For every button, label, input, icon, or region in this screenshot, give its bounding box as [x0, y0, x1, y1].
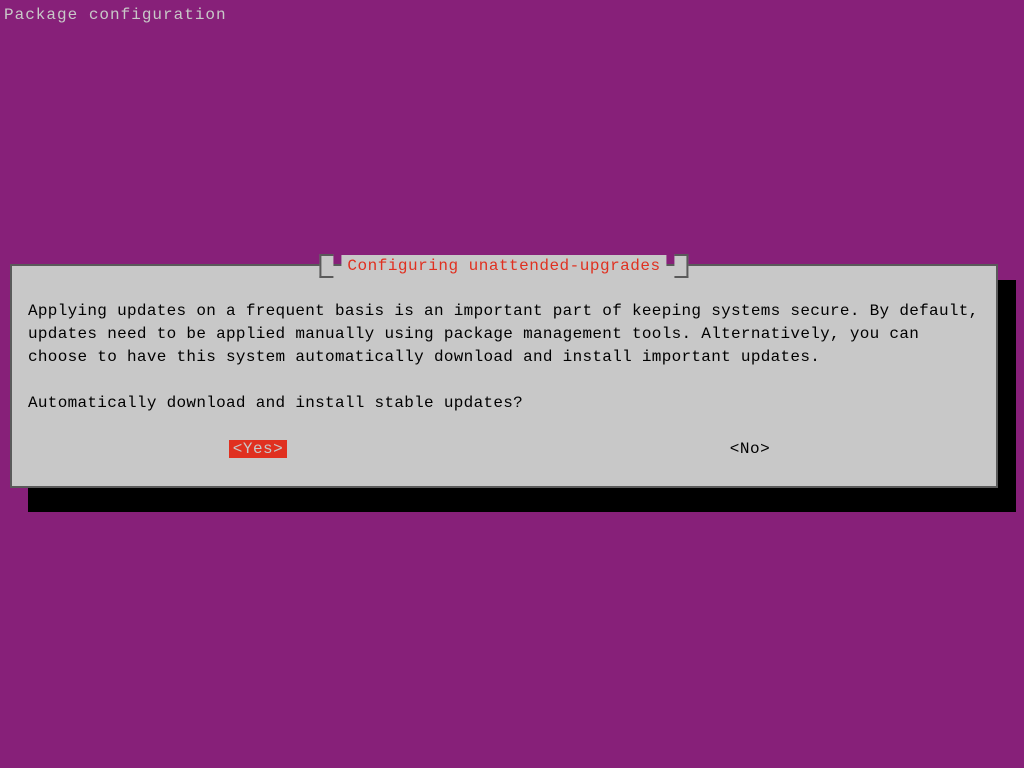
dialog-title: Configuring unattended-upgrades: [341, 255, 666, 277]
title-bracket-left: [319, 254, 333, 278]
dialog-title-wrap: Configuring unattended-upgrades: [319, 254, 688, 278]
dialog-box: Configuring unattended-upgrades Applying…: [10, 264, 998, 488]
button-row: <Yes> <No>: [12, 440, 996, 458]
yes-button-col: <Yes>: [12, 440, 504, 458]
dialog-question: Automatically download and install stabl…: [28, 392, 980, 415]
dialog-content: Applying updates on a frequent basis is …: [28, 300, 980, 437]
page-title: Package configuration: [4, 4, 227, 26]
yes-button[interactable]: <Yes>: [229, 440, 288, 458]
dialog-body-text: Applying updates on a frequent basis is …: [28, 300, 980, 370]
no-button-col: <No>: [504, 440, 996, 458]
no-button[interactable]: <No>: [726, 440, 774, 458]
title-bracket-right: [675, 254, 689, 278]
